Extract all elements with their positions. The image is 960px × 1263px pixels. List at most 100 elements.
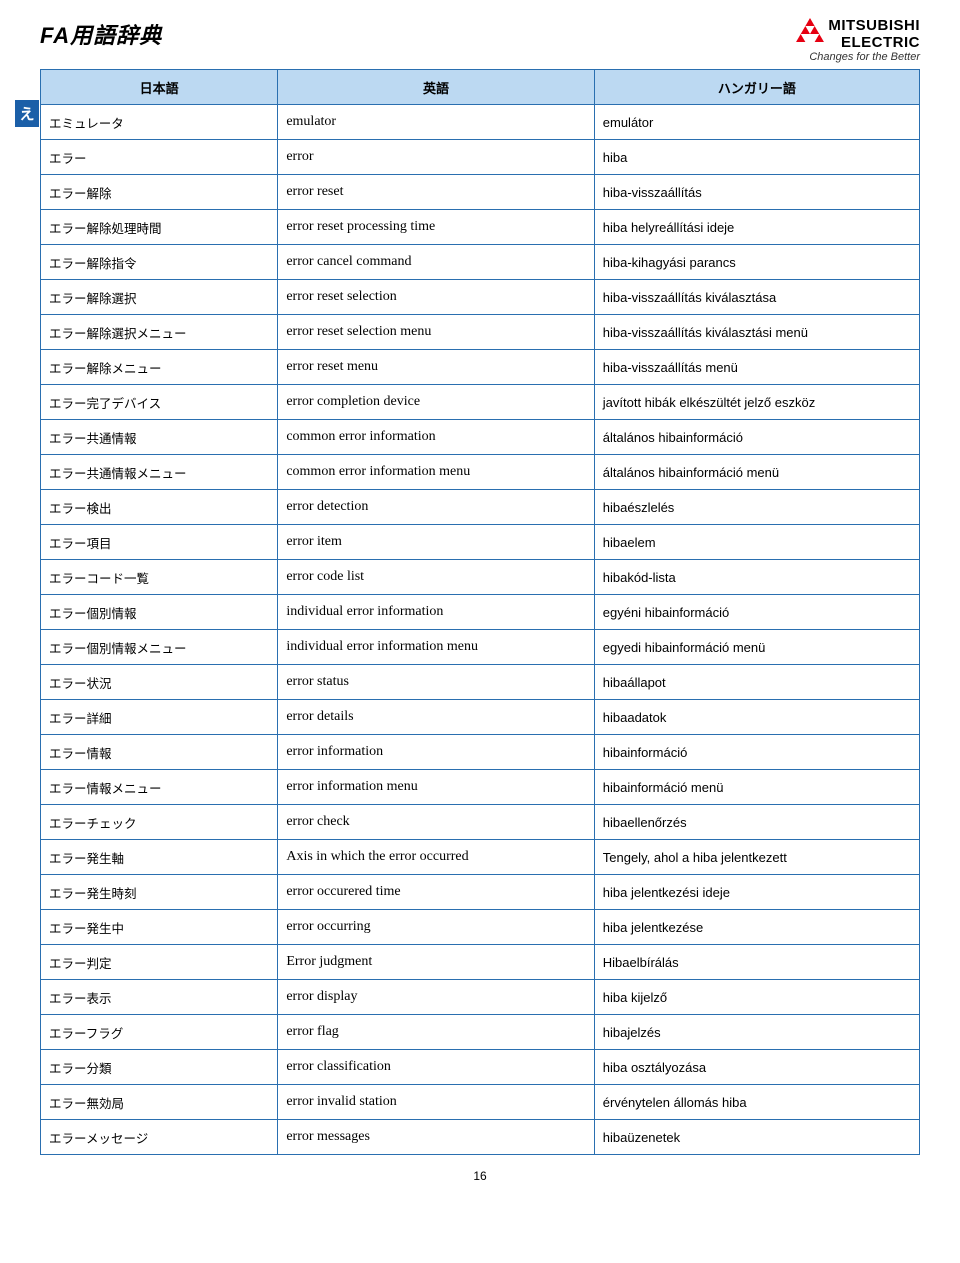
table-row: エラー無効局error invalid stationérvénytelen á… xyxy=(41,1085,920,1120)
table-row: エラー解除選択メニューerror reset selection menuhib… xyxy=(41,315,920,350)
cell-hu: hiba-visszaállítás menü xyxy=(594,350,919,385)
cell-jp: エラーコード一覧 xyxy=(41,560,278,595)
cell-jp: エラー解除指令 xyxy=(41,245,278,280)
table-row: エラー情報error informationhibainformáció xyxy=(41,735,920,770)
logo-sub: ELECTRIC xyxy=(828,35,920,52)
page-title: FA用語辞典 xyxy=(40,18,162,50)
cell-hu: hibainformáció xyxy=(594,735,919,770)
cell-jp: エラー発生時刻 xyxy=(41,875,278,910)
cell-jp: エラーメッセージ xyxy=(41,1120,278,1155)
cell-hu: hibaellenőrzés xyxy=(594,805,919,840)
cell-hu: hiba osztályozása xyxy=(594,1050,919,1085)
table-row: エラーフラグerror flaghibajelzés xyxy=(41,1015,920,1050)
table-row: エラー個別情報メニューindividual error information … xyxy=(41,630,920,665)
mitsubishi-icon xyxy=(796,18,824,42)
cell-en: error information menu xyxy=(278,770,594,805)
table-row: エラー解除メニューerror reset menuhiba-visszaállí… xyxy=(41,350,920,385)
cell-jp: エミュレータ xyxy=(41,105,278,140)
table-row: エラー解除指令error cancel commandhiba-kihagyás… xyxy=(41,245,920,280)
cell-en: error classification xyxy=(278,1050,594,1085)
table-row: エラー解除選択error reset selectionhiba-visszaá… xyxy=(41,280,920,315)
cell-en: common error information xyxy=(278,420,594,455)
cell-jp: エラー個別情報 xyxy=(41,595,278,630)
cell-hu: érvénytelen állomás hiba xyxy=(594,1085,919,1120)
cell-jp: エラー完了デバイス xyxy=(41,385,278,420)
glossary-table: 日本語 英語 ハンガリー語 エミュレータemulatoremulátorエラーe… xyxy=(40,69,920,1155)
cell-jp: エラー情報メニュー xyxy=(41,770,278,805)
cell-en: error reset menu xyxy=(278,350,594,385)
cell-jp: エラー個別情報メニュー xyxy=(41,630,278,665)
cell-hu: hiba-kihagyási parancs xyxy=(594,245,919,280)
cell-en: error completion device xyxy=(278,385,594,420)
col-header-en: 英語 xyxy=(278,70,594,105)
cell-en: error cancel command xyxy=(278,245,594,280)
cell-hu: hiba kijelző xyxy=(594,980,919,1015)
cell-hu: hibakód-lista xyxy=(594,560,919,595)
page-number: 16 xyxy=(40,1169,920,1183)
cell-en: error occurered time xyxy=(278,875,594,910)
cell-jp: エラー分類 xyxy=(41,1050,278,1085)
cell-hu: javított hibák elkészültét jelző eszköz xyxy=(594,385,919,420)
cell-en: Error judgment xyxy=(278,945,594,980)
cell-hu: hiba jelentkezése xyxy=(594,910,919,945)
cell-hu: emulátor xyxy=(594,105,919,140)
cell-jp: エラー解除選択 xyxy=(41,280,278,315)
cell-jp: エラー共通情報 xyxy=(41,420,278,455)
table-row: エミュレータemulatoremulátor xyxy=(41,105,920,140)
cell-en: error item xyxy=(278,525,594,560)
cell-hu: hibajelzés xyxy=(594,1015,919,1050)
cell-en: individual error information menu xyxy=(278,630,594,665)
cell-hu: hibaüzenetek xyxy=(594,1120,919,1155)
table-row: エラー詳細error detailshibaadatok xyxy=(41,700,920,735)
cell-hu: hibaelem xyxy=(594,525,919,560)
cell-jp: エラー検出 xyxy=(41,490,278,525)
logo-name: MITSUBISHI xyxy=(828,18,920,35)
cell-en: error information xyxy=(278,735,594,770)
cell-hu: hiba-visszaállítás kiválasztási menü xyxy=(594,315,919,350)
index-tab: え xyxy=(15,100,39,127)
cell-en: error flag xyxy=(278,1015,594,1050)
cell-en: error xyxy=(278,140,594,175)
cell-jp: エラー情報 xyxy=(41,735,278,770)
cell-en: error invalid station xyxy=(278,1085,594,1120)
cell-jp: エラー解除 xyxy=(41,175,278,210)
cell-en: error messages xyxy=(278,1120,594,1155)
cell-hu: hibainformáció menü xyxy=(594,770,919,805)
cell-en: error reset processing time xyxy=(278,210,594,245)
cell-jp: エラー xyxy=(41,140,278,175)
table-row: エラー完了デバイスerror completion devicejavított… xyxy=(41,385,920,420)
cell-en: error code list xyxy=(278,560,594,595)
cell-hu: hiba-visszaállítás xyxy=(594,175,919,210)
table-row: エラー個別情報individual error informationegyén… xyxy=(41,595,920,630)
cell-hu: egyedi hibainformáció menü xyxy=(594,630,919,665)
cell-hu: hibaállapot xyxy=(594,665,919,700)
cell-hu: egyéni hibainformáció xyxy=(594,595,919,630)
table-row: エラー発生軸Axis in which the error occurredTe… xyxy=(41,840,920,875)
cell-en: error occurring xyxy=(278,910,594,945)
cell-en: error reset selection menu xyxy=(278,315,594,350)
table-row: エラー共通情報common error informationáltalános… xyxy=(41,420,920,455)
cell-hu: általános hibainformáció menü xyxy=(594,455,919,490)
cell-jp: エラー解除選択メニュー xyxy=(41,315,278,350)
table-row: エラーチェックerror checkhibaellenőrzés xyxy=(41,805,920,840)
cell-en: error details xyxy=(278,700,594,735)
table-row: エラー解除error resethiba-visszaállítás xyxy=(41,175,920,210)
cell-jp: エラー共通情報メニュー xyxy=(41,455,278,490)
cell-en: error detection xyxy=(278,490,594,525)
cell-en: error display xyxy=(278,980,594,1015)
table-row: エラーコード一覧error code listhibakód-lista xyxy=(41,560,920,595)
table-row: エラー解除処理時間error reset processing timehiba… xyxy=(41,210,920,245)
cell-en: error status xyxy=(278,665,594,700)
brand-logo: MITSUBISHI ELECTRIC Changes for the Bett… xyxy=(796,18,920,63)
cell-hu: hibaadatok xyxy=(594,700,919,735)
cell-hu: hiba xyxy=(594,140,919,175)
cell-jp: エラー項目 xyxy=(41,525,278,560)
table-row: エラー発生中error occurringhiba jelentkezése xyxy=(41,910,920,945)
table-row: エラー状況error statushibaállapot xyxy=(41,665,920,700)
cell-hu: hiba-visszaállítás kiválasztása xyxy=(594,280,919,315)
table-row: エラー判定Error judgmentHibaelbírálás xyxy=(41,945,920,980)
table-row: エラー分類error classificationhiba osztályozá… xyxy=(41,1050,920,1085)
table-row: エラー共通情報メニューcommon error information menu… xyxy=(41,455,920,490)
table-row: エラーメッセージerror messageshibaüzenetek xyxy=(41,1120,920,1155)
table-row: エラー項目error itemhibaelem xyxy=(41,525,920,560)
